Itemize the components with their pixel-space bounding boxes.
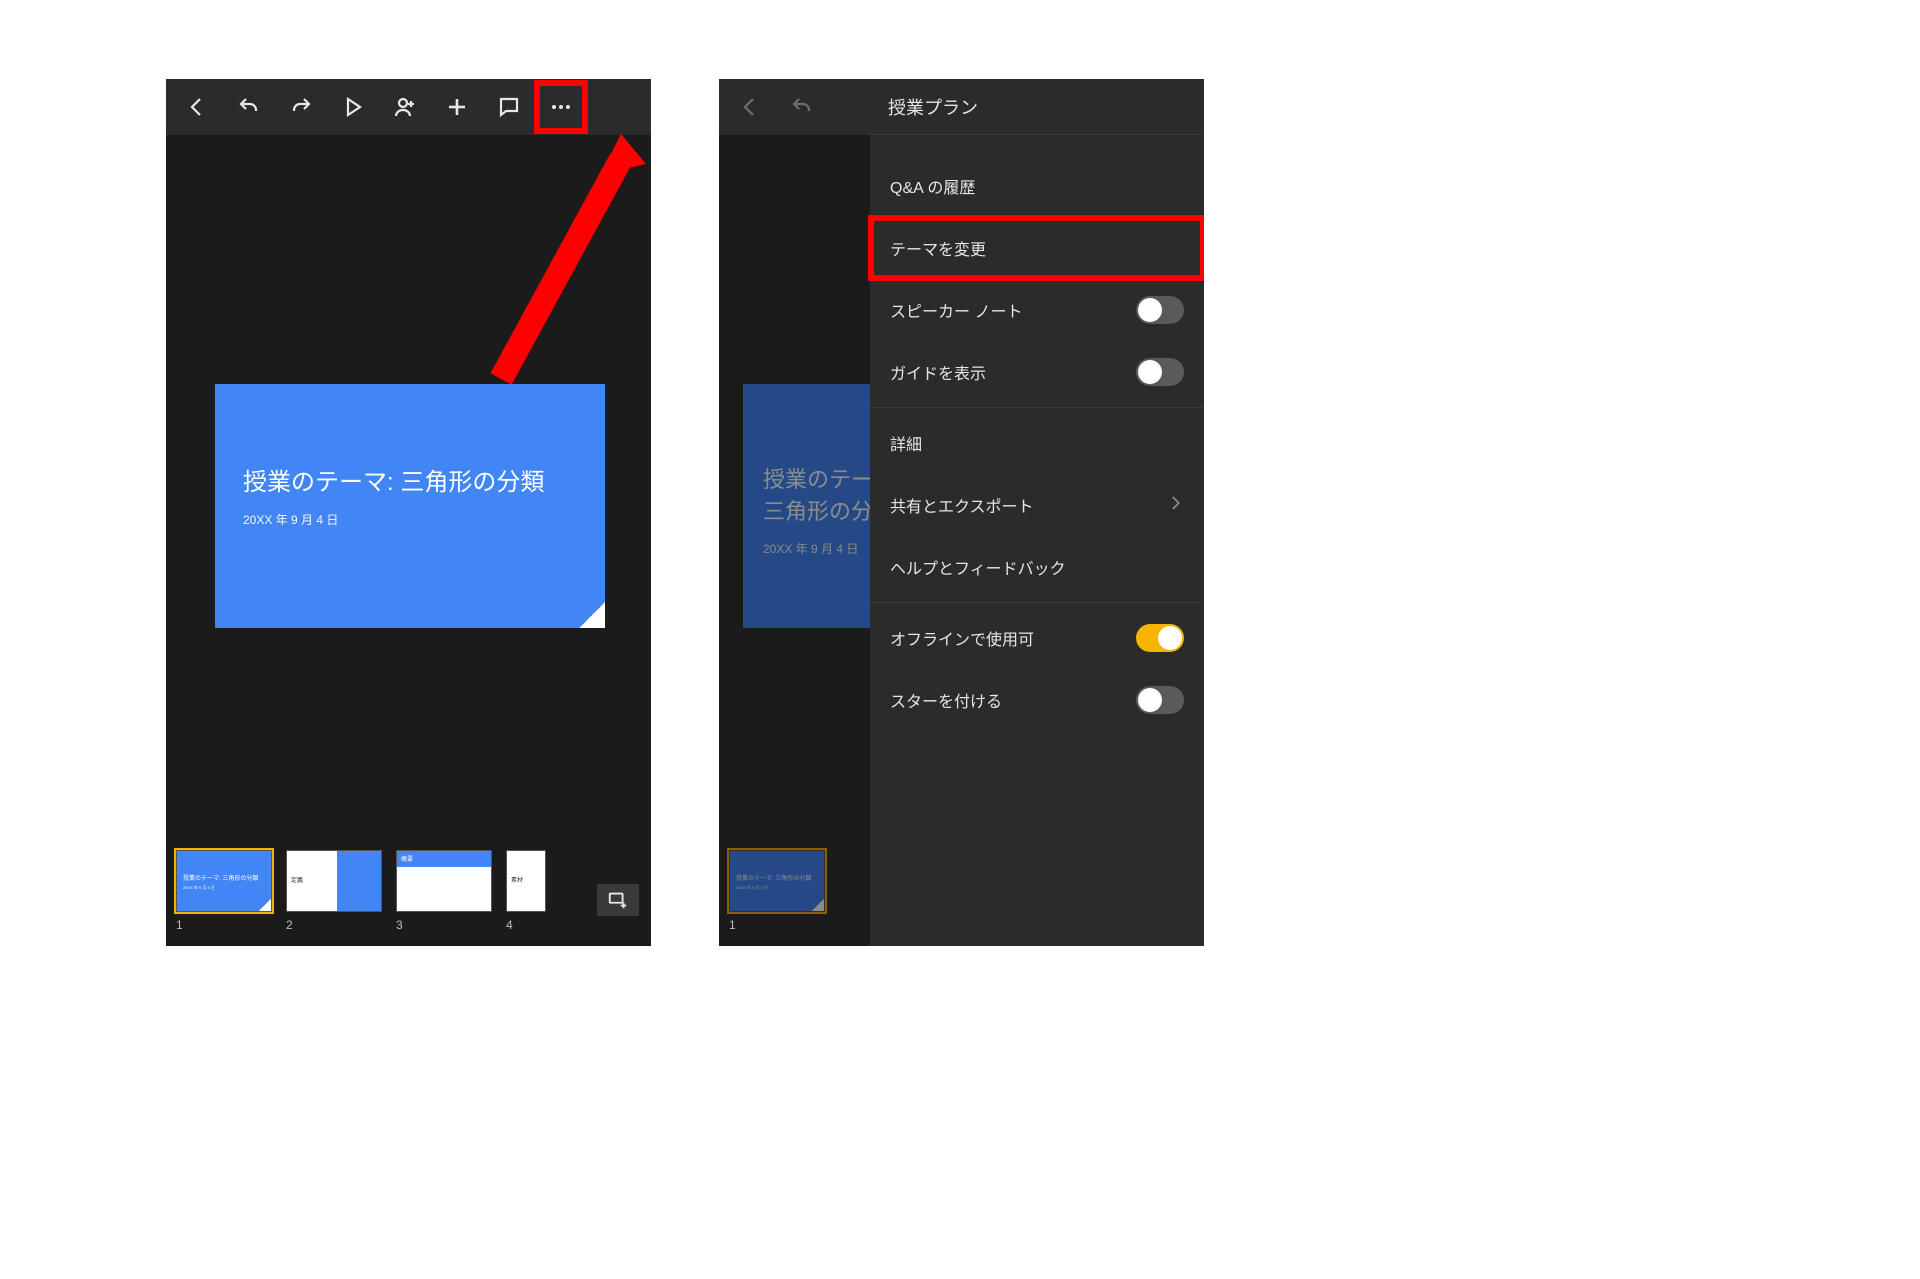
menu-title: 授業プラン (870, 79, 1204, 135)
thumbnail-1-date: 20XX 年 9 月 4 日 (183, 885, 215, 891)
menu-item-speaker-notes[interactable]: スピーカー ノート (870, 279, 1204, 341)
thumbnail-1[interactable]: 授業のテーマ: 三角形の分類 20XX 年 9 月 4 日 1 (176, 850, 272, 932)
menu-item-details[interactable]: 詳細 (870, 412, 1204, 474)
add-button[interactable] (434, 84, 480, 130)
thumbnail-4-label: 素材 (511, 875, 523, 884)
toolbar (166, 79, 651, 135)
thumbnail-1-title: 授業のテーマ: 三角形の分類 (183, 873, 258, 882)
screenshot-left: 授業のテーマ: 三角形の分類 20XX 年 9 月 4 日 授業のテーマ: 三角… (166, 79, 651, 946)
menu-item-qa-history[interactable]: Q&A の履歴 (870, 155, 1204, 217)
menu-item-label: オフラインで使用可 (890, 626, 1034, 650)
slide-corner-fold (579, 602, 605, 628)
share-person-button[interactable] (382, 84, 428, 130)
thumbnail-1-date: 20XX 年 9 月 4 日 (736, 885, 768, 891)
thumbnail-1-number: 1 (176, 918, 272, 932)
chevron-right-icon (1166, 494, 1184, 517)
comment-button[interactable] (486, 84, 532, 130)
redo-button[interactable] (278, 84, 324, 130)
thumbnail-2-number: 2 (286, 918, 382, 932)
add-slide-button[interactable] (597, 884, 639, 916)
menu-item-label: テーマを変更 (890, 236, 986, 260)
undo-button[interactable] (226, 84, 272, 130)
toggle-star[interactable] (1136, 686, 1184, 714)
thumbnail-1-number: 1 (729, 918, 825, 932)
menu-item-offline[interactable]: オフラインで使用可 (870, 607, 1204, 669)
menu-item-change-theme[interactable]: テーマを変更 (870, 217, 1204, 279)
menu-item-show-guides[interactable]: ガイドを表示 (870, 341, 1204, 403)
thumbnail-3-number: 3 (396, 918, 492, 932)
menu-item-label: ヘルプとフィードバック (890, 555, 1066, 579)
thumbnail-4[interactable]: 素材 4 (506, 850, 546, 932)
present-button[interactable] (330, 84, 376, 130)
menu-item-label: 共有とエクスポート (890, 493, 1034, 517)
back-button[interactable] (727, 84, 773, 130)
thumbnail-1[interactable]: 授業のテーマ: 三角形の分類 20XX 年 9 月 4 日 1 (729, 850, 825, 932)
more-button[interactable] (538, 84, 584, 130)
thumbnail-strip: 授業のテーマ: 三角形の分類 20XX 年 9 月 4 日 1 定義 2 概要 (166, 842, 651, 946)
menu-item-label: Q&A の履歴 (890, 174, 975, 198)
toggle-show-guides[interactable] (1136, 358, 1184, 386)
back-button[interactable] (174, 84, 220, 130)
undo-button[interactable] (779, 84, 825, 130)
slide-date: 20XX 年 9 月 4 日 (243, 511, 577, 528)
thumbnail-3[interactable]: 概要 3 (396, 850, 492, 932)
thumbnail-1-title: 授業のテーマ: 三角形の分類 (736, 873, 811, 882)
menu-item-share-export[interactable]: 共有とエクスポート (870, 474, 1204, 536)
menu-item-label: スターを付ける (890, 688, 1002, 712)
menu-item-label: ガイドを表示 (890, 360, 986, 384)
thumbnail-3-label: 概要 (401, 854, 413, 863)
thumbnail-2[interactable]: 定義 2 (286, 850, 382, 932)
screenshot-right: 授業のテーマ: 三角形の分類 20XX 年 9 月 4 日 授業のテーマ: 三角… (719, 79, 1204, 946)
overflow-menu: 授業プラン Q&A の履歴 テーマを変更 スピーカー ノート ガイドを表示 詳細 (870, 79, 1204, 946)
current-slide[interactable]: 授業のテーマ: 三角形の分類 20XX 年 9 月 4 日 (215, 384, 605, 628)
thumbnail-2-label: 定義 (291, 875, 303, 884)
toggle-offline[interactable] (1136, 624, 1184, 652)
slide-title: 授業のテーマ: 三角形の分類 (243, 462, 577, 497)
thumbnail-4-number: 4 (506, 918, 546, 932)
menu-item-label: スピーカー ノート (890, 298, 1022, 322)
menu-item-star[interactable]: スターを付ける (870, 669, 1204, 731)
menu-item-label: 詳細 (890, 431, 922, 455)
slide-canvas[interactable]: 授業のテーマ: 三角形の分類 20XX 年 9 月 4 日 (166, 135, 651, 842)
menu-item-help-feedback[interactable]: ヘルプとフィードバック (870, 536, 1204, 598)
toggle-speaker-notes[interactable] (1136, 296, 1184, 324)
